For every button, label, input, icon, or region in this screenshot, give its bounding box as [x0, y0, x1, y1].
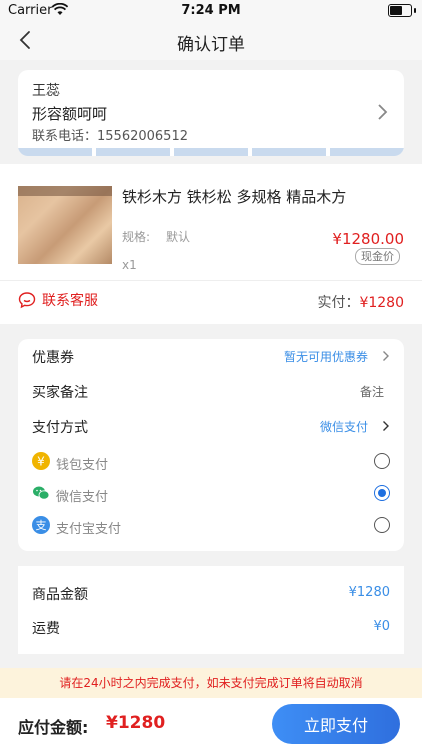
spec-label: 规格:	[122, 230, 151, 244]
coupon-label: 优惠券	[32, 350, 74, 366]
chevron-right-icon	[383, 421, 389, 431]
paid-label: 实付：	[317, 295, 360, 311]
remark-label: 买家备注	[32, 385, 88, 401]
payment-option-label: 钱包支付	[56, 458, 109, 473]
payment-option-label: 支付宝支付	[56, 522, 122, 537]
payment-option-wechat[interactable]: 微信支付	[32, 483, 390, 505]
remark-row[interactable]: 买家备注 备注	[32, 380, 390, 402]
payment-method-row[interactable]: 支付方式 微信支付	[32, 415, 390, 437]
divider	[0, 280, 422, 281]
payment-option-alipay[interactable]: 支 支付宝支付	[32, 515, 390, 537]
radio-button-selected[interactable]	[374, 485, 390, 501]
paid-amount: 实付：¥1280	[317, 292, 404, 312]
coupon-row[interactable]: 优惠券 暂无可用优惠券	[32, 345, 390, 367]
payment-deadline-notice: 请在24小时之内完成支付，如未支付完成订单将自动取消	[0, 668, 422, 698]
nav-bar: 确认订单	[0, 22, 422, 60]
chat-bubble-icon	[18, 292, 36, 309]
amount-summary-card: 商品金额 ¥1280 运费 ¥0	[18, 566, 404, 654]
payment-option-wallet[interactable]: ¥ 钱包支付	[32, 451, 390, 473]
goods-section: 铁杉木方 铁杉松 多规格 精品木方 规格: 默认 x1 ¥1280.00 现金价…	[0, 164, 422, 324]
alipay-icon: 支	[32, 516, 50, 534]
shipping-label: 运费	[32, 621, 60, 637]
remark-input[interactable]: 备注	[360, 383, 384, 400]
recipient-name: 王蕊	[32, 83, 60, 99]
address-card[interactable]: 王蕊 形容额呵呵 联系电话：15562006512	[18, 70, 404, 156]
price-type-badge: 现金价	[355, 248, 400, 265]
battery-tip	[414, 8, 416, 13]
svg-text:支: 支	[36, 519, 47, 532]
svg-text:¥: ¥	[37, 455, 45, 469]
address-decor-strip	[18, 148, 404, 156]
goods-amount-row: 商品金额 ¥1280	[32, 582, 390, 604]
contact-service-label: 联系客服	[42, 293, 98, 309]
payment-method-value: 微信支付	[319, 420, 368, 434]
contact-service-button[interactable]: 联系客服	[18, 290, 98, 310]
page-title: 确认订单	[177, 35, 245, 55]
coupon-value: 暂无可用优惠券	[283, 350, 368, 364]
product-price: ¥1280.00	[332, 230, 404, 248]
chevron-right-icon	[378, 104, 388, 120]
address-section: 王蕊 形容额呵呵 联系电话：15562006512	[0, 60, 422, 164]
total-value: ¥1280	[106, 713, 166, 733]
shipping-row: 运费 ¥0	[32, 616, 390, 638]
goods-amount-label: 商品金额	[32, 587, 88, 603]
payment-option-label: 微信支付	[56, 490, 109, 505]
clock: 7:24 PM	[181, 3, 241, 18]
total-label: 应付金额:	[18, 718, 89, 737]
payment-method-label: 支付方式	[32, 420, 88, 436]
radio-button[interactable]	[374, 453, 390, 469]
wechat-icon	[32, 484, 50, 502]
product-image[interactable]	[18, 186, 112, 264]
chevron-right-icon	[383, 351, 389, 361]
product-title: 铁杉木方 铁杉松 多规格 精品木方	[122, 188, 347, 206]
shipping-value: ¥0	[373, 619, 390, 634]
product-quantity: x1	[122, 258, 137, 272]
contact-phone: 联系电话：15562006512	[32, 129, 188, 144]
radio-button[interactable]	[374, 517, 390, 533]
paid-value: ¥1280	[359, 295, 404, 311]
order-options-card: 优惠券 暂无可用优惠券 买家备注 备注 支付方式 微信支付 ¥ 钱包支付 微信支…	[18, 339, 404, 551]
checkout-bar: 应付金额: ¥1280 立即支付	[0, 698, 422, 750]
spec-value: 默认	[166, 230, 191, 244]
address-detail: 形容额呵呵	[32, 105, 108, 123]
goods-amount-value: ¥1280	[348, 585, 390, 600]
status-bar: Carrier 7:24 PM	[0, 0, 422, 22]
wallet-icon: ¥	[32, 452, 50, 470]
pay-now-button[interactable]: 立即支付	[272, 704, 400, 744]
battery-icon	[388, 4, 412, 17]
